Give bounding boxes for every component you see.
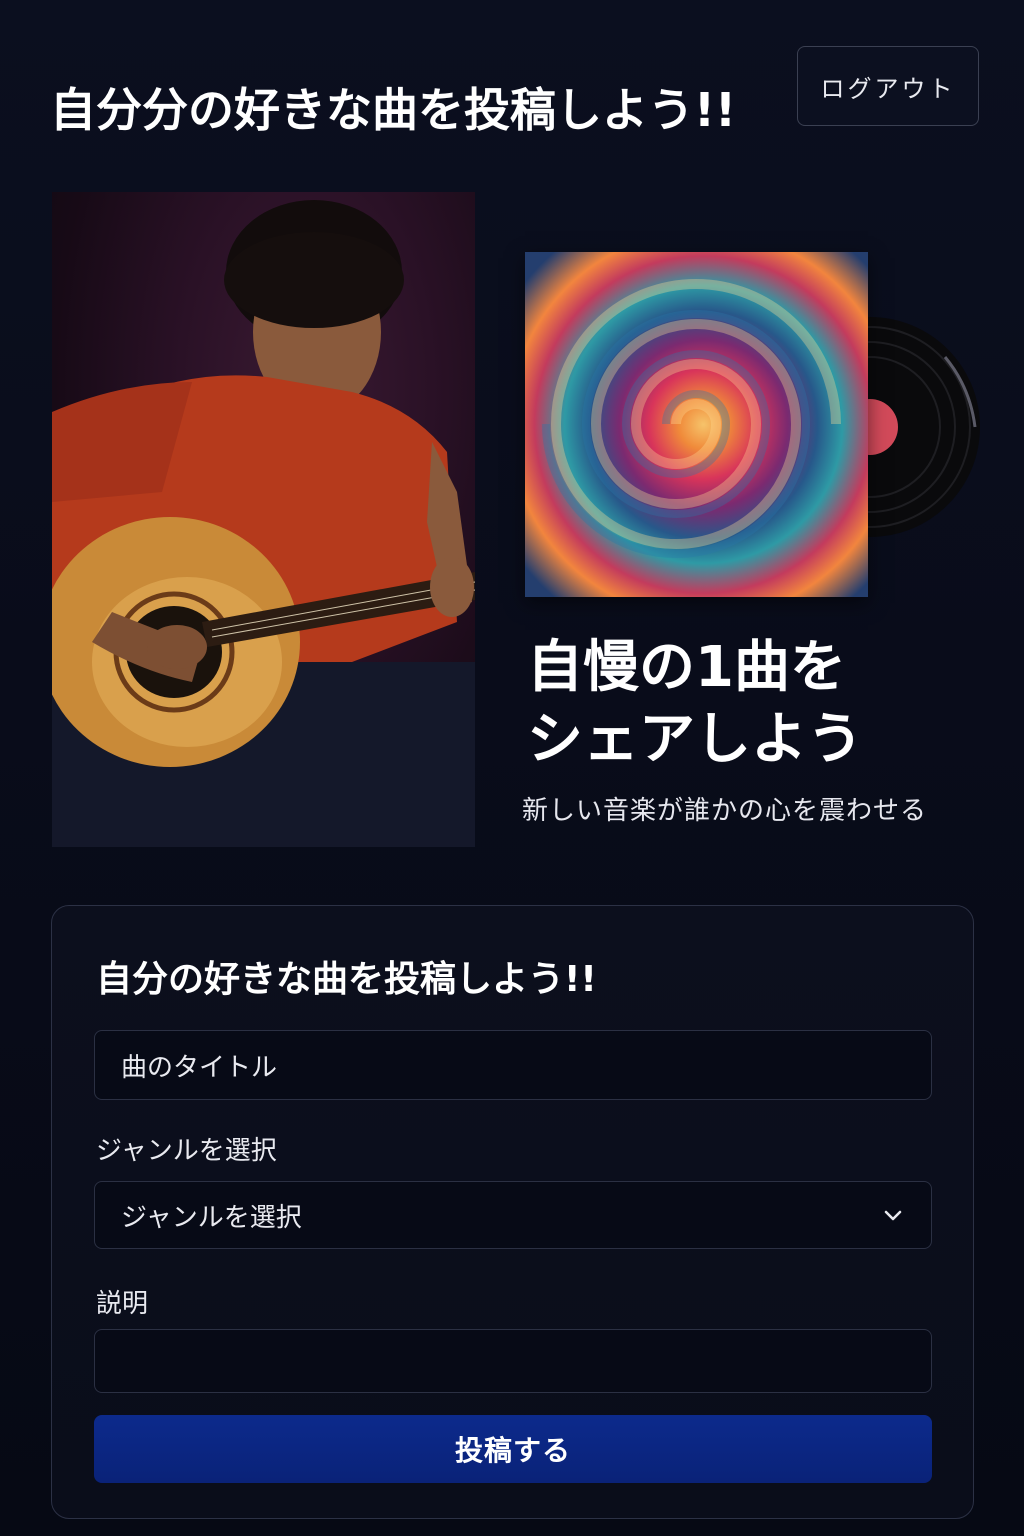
post-form-card: 自分の好きな曲を投稿しよう!! 曲のタイトル ジャンルを選択 ジャンルを選択 説… [51, 905, 974, 1519]
submit-button[interactable]: 投稿する [94, 1415, 932, 1483]
genre-label: ジャンルを選択 [96, 1136, 277, 1166]
description-input[interactable] [94, 1329, 932, 1393]
chevron-down-icon [884, 1210, 902, 1221]
song-title-input[interactable]: 曲のタイトル [94, 1030, 932, 1100]
form-title: 自分の好きな曲を投稿しよう!! [96, 959, 597, 1000]
guitarist-photo [52, 192, 475, 847]
logout-button[interactable]: ログアウト [797, 46, 979, 126]
album-artwork [525, 252, 985, 597]
hero-heading: 自慢の1曲を シェアしよう [527, 632, 863, 776]
page-title: 自分分の好きな曲を投稿しよう!! [50, 83, 736, 137]
description-label: 説明 [96, 1289, 149, 1319]
page: 自分分の好きな曲を投稿しよう!! ログアウト 自慢の1曲を シェアしよう 新しい… [0, 0, 1024, 1536]
genre-select[interactable]: ジャンルを選択 [94, 1181, 932, 1249]
hero-heading-line1: 自慢の1曲を [527, 635, 846, 700]
genre-select-value: ジャンルを選択 [121, 1202, 302, 1233]
song-title-placeholder: 曲のタイトル [121, 1052, 278, 1083]
hero-heading-line2: シェアしよう [527, 707, 863, 772]
album-cover [525, 252, 868, 597]
hero-subtext: 新しい音楽が誰かの心を震わせる [522, 796, 928, 826]
